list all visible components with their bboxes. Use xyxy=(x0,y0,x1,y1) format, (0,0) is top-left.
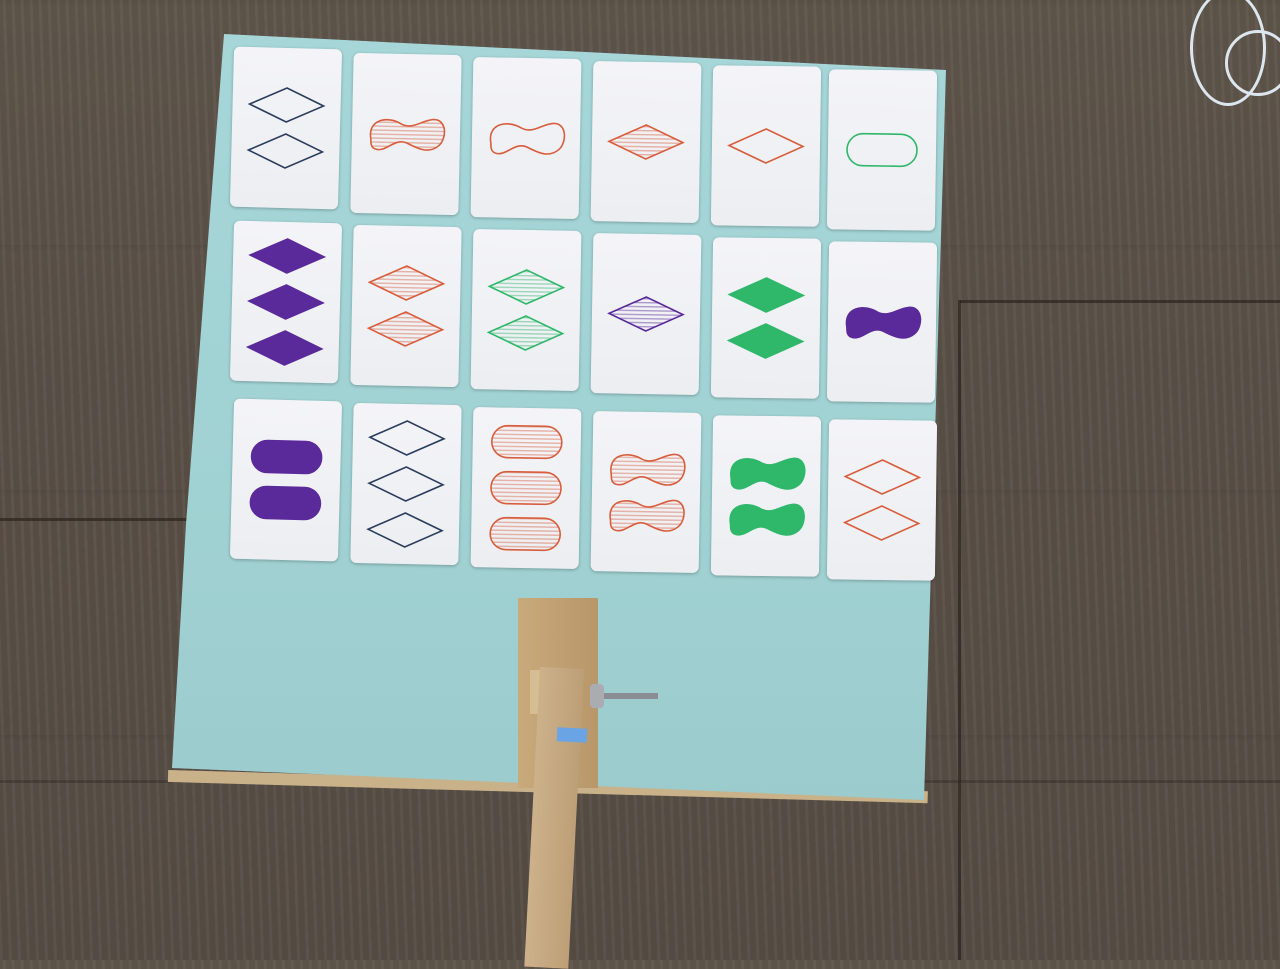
card[interactable] xyxy=(710,65,822,227)
diamond-symbol xyxy=(607,296,685,332)
squiggle-symbol xyxy=(369,118,446,151)
oval-symbol xyxy=(846,132,918,168)
card[interactable] xyxy=(229,220,343,384)
card[interactable] xyxy=(350,224,462,388)
diamond-symbol xyxy=(367,466,445,502)
diamond-symbol xyxy=(246,133,325,169)
card-symbols xyxy=(727,128,805,164)
diamond-symbol xyxy=(245,330,324,366)
diamond-symbol xyxy=(366,512,444,548)
card-symbols xyxy=(369,118,446,151)
diamond-symbol xyxy=(368,420,446,456)
oval-symbol xyxy=(490,470,562,506)
card-symbols xyxy=(245,238,327,366)
card[interactable] xyxy=(470,229,582,391)
card-symbols xyxy=(366,420,446,548)
oval-symbol xyxy=(249,485,322,521)
diamond-symbol xyxy=(367,265,446,301)
oval-symbol xyxy=(491,424,563,460)
card-symbols xyxy=(726,277,806,359)
diamond-symbol xyxy=(248,238,327,274)
card[interactable] xyxy=(350,52,462,216)
squiggle-symbol xyxy=(729,503,805,536)
card[interactable] xyxy=(229,46,343,210)
card[interactable] xyxy=(229,398,343,562)
floor-seam xyxy=(960,300,1280,303)
squiggle-symbol xyxy=(730,457,806,490)
card-symbols xyxy=(246,87,326,169)
diamond-symbol xyxy=(247,87,326,123)
diamond-symbol xyxy=(726,323,805,359)
card-symbols xyxy=(607,296,685,332)
diamond-symbol xyxy=(487,269,566,305)
card[interactable] xyxy=(590,411,702,573)
oval-symbol xyxy=(489,516,561,552)
oval-symbol xyxy=(250,439,323,475)
diamond-symbol xyxy=(727,277,806,313)
floor-seam xyxy=(0,518,190,521)
diamond-symbol xyxy=(486,315,565,351)
card[interactable] xyxy=(470,407,582,569)
blue-tape xyxy=(556,727,588,743)
diamond-symbol xyxy=(366,311,445,347)
card[interactable] xyxy=(710,237,822,399)
diamond-symbol xyxy=(842,505,921,541)
diamond-symbol xyxy=(607,124,685,160)
card[interactable] xyxy=(590,61,702,223)
card[interactable] xyxy=(826,419,938,581)
card[interactable] xyxy=(590,233,702,395)
card[interactable] xyxy=(826,69,938,231)
card-symbols xyxy=(249,439,323,521)
card-symbols xyxy=(366,265,446,347)
card-symbols xyxy=(845,306,922,339)
diamond-symbol xyxy=(843,459,922,495)
card-symbols xyxy=(486,269,566,351)
card-symbols xyxy=(842,459,922,541)
squiggle-symbol xyxy=(610,453,686,486)
card-symbols xyxy=(846,132,918,168)
card-symbols xyxy=(489,122,566,155)
floor-seam xyxy=(958,300,961,960)
wing-nut xyxy=(590,684,604,708)
card-symbols xyxy=(609,453,686,532)
bolt xyxy=(596,693,658,699)
diamond-symbol xyxy=(247,284,325,320)
card[interactable] xyxy=(350,402,462,566)
squiggle-symbol xyxy=(489,122,566,155)
card-symbols xyxy=(489,424,563,552)
card[interactable] xyxy=(470,57,582,219)
squiggle-symbol xyxy=(609,499,685,532)
card[interactable] xyxy=(710,415,822,577)
card-symbols xyxy=(729,457,806,536)
squiggle-symbol xyxy=(845,306,922,339)
diamond-symbol xyxy=(727,128,805,164)
card-symbols xyxy=(607,124,685,160)
card[interactable] xyxy=(826,241,938,403)
